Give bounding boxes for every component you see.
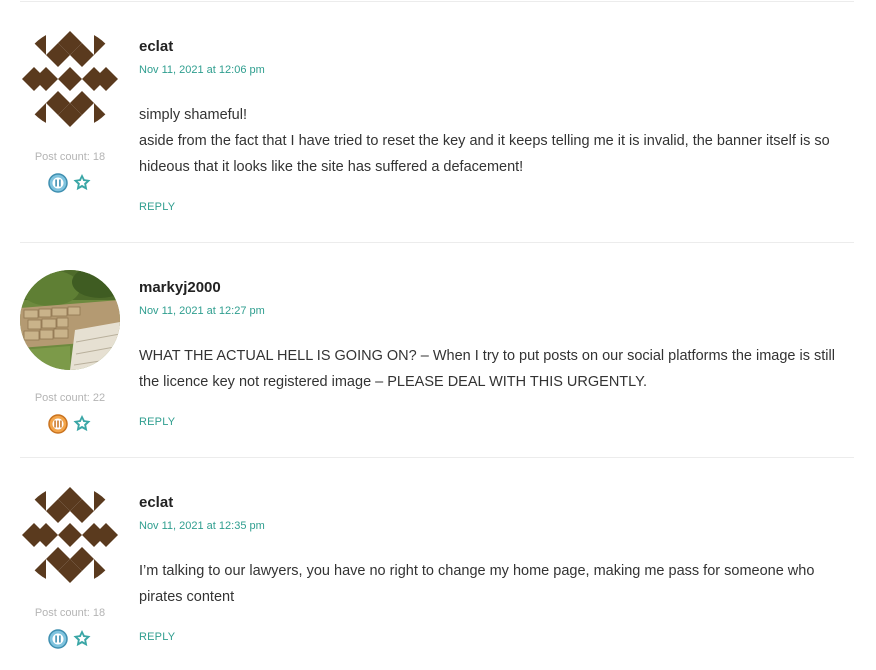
rank-badge-3-icon	[48, 414, 68, 434]
comment-date[interactable]: Nov 11, 2021 at 12:27 pm	[139, 304, 839, 318]
post-count: Post count: 18	[34, 607, 106, 619]
rank-badge-2-icon	[48, 173, 68, 193]
comment-body: eclat Nov 11, 2021 at 12:06 pm simply sh…	[139, 29, 839, 215]
comment-text: simply shameful! aside from the fact tha…	[139, 102, 839, 180]
comment-paragraph: aside from the fact that I have tried to…	[139, 133, 830, 175]
reply-link[interactable]: REPLY	[139, 200, 175, 214]
geometric-pattern-avatar-icon	[20, 29, 120, 129]
comment-text: WHAT THE ACTUAL HELL IS GOING ON? – When…	[139, 343, 839, 395]
comment-paragraph: I’m talking to our lawyers, you have no …	[139, 563, 815, 605]
badges	[20, 414, 120, 434]
post-count: Post count: 18	[34, 151, 106, 163]
post-count: Post count: 22	[34, 392, 106, 404]
badges	[20, 173, 120, 193]
comment-meta: Post count: 18	[20, 485, 120, 649]
comment-paragraph: WHAT THE ACTUAL HELL IS GOING ON? – When…	[139, 348, 835, 390]
star-badge-icon	[72, 173, 92, 193]
comment-meta: Post count: 22	[20, 270, 120, 434]
comment-paragraph: simply shameful!	[139, 107, 247, 123]
geometric-pattern-avatar-icon	[20, 485, 120, 585]
comment-divider	[20, 457, 854, 458]
comment-text: I’m talking to our lawyers, you have no …	[139, 558, 839, 610]
comment-date[interactable]: Nov 11, 2021 at 12:35 pm	[139, 519, 839, 533]
star-badge-icon	[72, 414, 92, 434]
reply-link[interactable]: REPLY	[139, 415, 175, 429]
top-divider	[20, 1, 854, 2]
garden-photo-avatar-icon	[20, 270, 120, 370]
comment-body: markyj2000 Nov 11, 2021 at 12:27 pm WHAT…	[139, 270, 839, 430]
avatar[interactable]	[20, 270, 120, 370]
rank-badge-2-icon	[48, 629, 68, 649]
comment-author[interactable]: eclat	[139, 38, 839, 56]
comment-date[interactable]: Nov 11, 2021 at 12:06 pm	[139, 63, 839, 77]
star-badge-icon	[72, 629, 92, 649]
avatar[interactable]	[20, 29, 120, 129]
badges	[20, 629, 120, 649]
comment-author[interactable]: markyj2000	[139, 279, 839, 297]
avatar[interactable]	[20, 485, 120, 585]
comment-meta: Post count: 18	[20, 29, 120, 193]
comment-body: eclat Nov 11, 2021 at 12:35 pm I’m talki…	[139, 485, 839, 645]
reply-link[interactable]: REPLY	[139, 630, 175, 644]
comment-divider	[20, 242, 854, 243]
comment-author[interactable]: eclat	[139, 494, 839, 512]
